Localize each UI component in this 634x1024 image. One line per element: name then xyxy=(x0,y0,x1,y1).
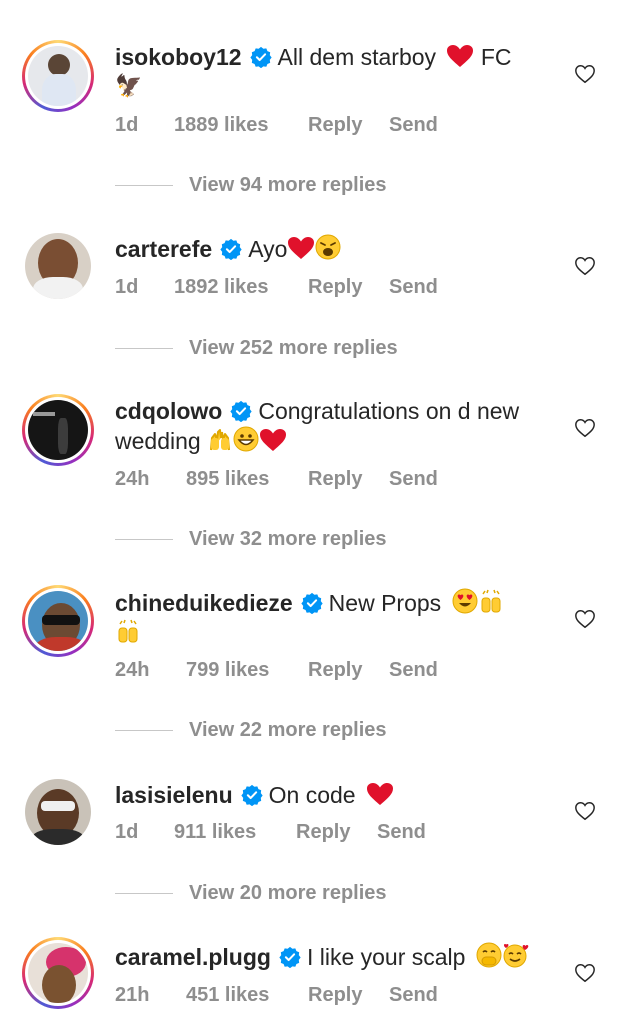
reply-button[interactable]: Reply xyxy=(296,819,350,845)
reply-button[interactable]: Reply xyxy=(308,982,362,1008)
verified-badge-icon xyxy=(230,400,252,422)
red-heart-emoji-icon xyxy=(288,237,315,259)
heart-eyes-emoji-icon xyxy=(452,588,478,614)
grinning-face-emoji-icon xyxy=(233,426,259,452)
view-replies-label: View 252 more replies xyxy=(189,337,398,359)
comment-text: isokoboy12 All dem starboy FC xyxy=(115,42,555,72)
avatar[interactable] xyxy=(22,394,94,466)
like-count[interactable]: 1889 likes xyxy=(174,112,269,138)
comment-body: Ayo xyxy=(248,236,288,262)
raising-hands-emoji-icon xyxy=(481,589,501,613)
username[interactable]: cdqolowo xyxy=(115,398,222,424)
comment-text: carterefe Ayo xyxy=(115,234,555,264)
username[interactable]: carterefe xyxy=(115,236,212,262)
like-count[interactable]: 799 likes xyxy=(186,657,269,683)
raising-hands-emoji-icon xyxy=(118,619,138,643)
reply-button[interactable]: Reply xyxy=(308,112,362,138)
reply-button[interactable]: Reply xyxy=(308,466,362,492)
verified-badge-icon xyxy=(279,946,301,968)
comment-time: 1d xyxy=(115,114,139,136)
divider-line xyxy=(115,730,173,731)
comment-time: 24h xyxy=(115,659,150,681)
comment-text: lasisielenu On code xyxy=(115,780,555,810)
view-replies-label: View 22 more replies xyxy=(189,719,387,741)
comment-body-end: FC xyxy=(480,44,512,70)
like-count[interactable]: 895 likes xyxy=(186,466,269,492)
eagle-emoji-icon: 🦅 xyxy=(115,73,143,98)
comment-body: I like your scalp xyxy=(306,944,466,970)
comment-body: Congratulations on d new xyxy=(258,398,520,424)
comment-body: New Props xyxy=(328,590,442,616)
comment-time: 1d xyxy=(115,276,139,298)
username[interactable]: isokoboy12 xyxy=(115,44,242,70)
verified-badge-icon xyxy=(220,238,242,260)
reply-button[interactable]: Reply xyxy=(308,657,362,683)
username[interactable]: lasisielenu xyxy=(115,782,233,808)
comment-time: 1d xyxy=(115,821,139,843)
username[interactable]: chineduikedieze xyxy=(115,590,293,616)
comment-text: cdqolowo Congratulations on d new xyxy=(115,396,555,426)
weary-face-emoji-icon xyxy=(315,234,341,260)
raising-hands-emoji-icon xyxy=(210,429,231,451)
avatar[interactable] xyxy=(22,937,94,1009)
comment-body: On code xyxy=(268,782,356,808)
avatar[interactable] xyxy=(25,233,91,299)
username[interactable]: caramel.plugg xyxy=(115,944,271,970)
avatar[interactable] xyxy=(22,585,94,657)
smiling-face-with-hearts-emoji-icon xyxy=(503,944,529,968)
like-heart-icon[interactable] xyxy=(574,800,596,822)
like-count[interactable]: 911 likes xyxy=(174,819,256,845)
verified-badge-icon xyxy=(240,784,263,806)
verified-badge-icon xyxy=(301,592,323,614)
divider-line xyxy=(115,893,173,894)
divider-line xyxy=(115,348,173,349)
like-count[interactable]: 451 likes xyxy=(186,982,269,1008)
view-replies-label: View 20 more replies xyxy=(189,882,387,904)
send-button[interactable]: Send xyxy=(389,657,438,683)
red-heart-emoji-icon xyxy=(366,783,393,805)
send-button[interactable]: Send xyxy=(389,982,438,1008)
send-button[interactable]: Send xyxy=(389,274,438,300)
comment-text: chineduikedieze New Props xyxy=(115,588,555,618)
comment-text: caramel.plugg I like your scalp xyxy=(115,942,555,972)
like-heart-icon[interactable] xyxy=(574,608,596,630)
comment-body-line2: wedding xyxy=(115,428,201,454)
red-heart-emoji-icon xyxy=(447,45,474,67)
like-heart-icon[interactable] xyxy=(574,417,596,439)
verified-badge-icon xyxy=(249,46,272,68)
divider-line xyxy=(115,185,173,186)
send-button[interactable]: Send xyxy=(377,819,426,845)
avatar[interactable] xyxy=(22,40,94,112)
comment-body: All dem starboy xyxy=(277,44,437,70)
send-button[interactable]: Send xyxy=(389,112,438,138)
like-heart-icon[interactable] xyxy=(574,63,596,85)
comment-time: 21h xyxy=(115,984,150,1006)
face-with-hand-over-mouth-emoji-icon xyxy=(476,942,502,968)
like-heart-icon[interactable] xyxy=(574,255,596,277)
like-count[interactable]: 1892 likes xyxy=(174,274,269,300)
view-replies-label: View 32 more replies xyxy=(189,528,387,550)
reply-button[interactable]: Reply xyxy=(308,274,362,300)
red-heart-emoji-icon xyxy=(260,429,287,451)
like-heart-icon[interactable] xyxy=(574,962,596,984)
divider-line xyxy=(115,539,173,540)
view-replies-label: View 94 more replies xyxy=(189,174,387,196)
comment-time: 24h xyxy=(115,468,150,490)
send-button[interactable]: Send xyxy=(389,466,438,492)
avatar[interactable] xyxy=(25,779,91,845)
